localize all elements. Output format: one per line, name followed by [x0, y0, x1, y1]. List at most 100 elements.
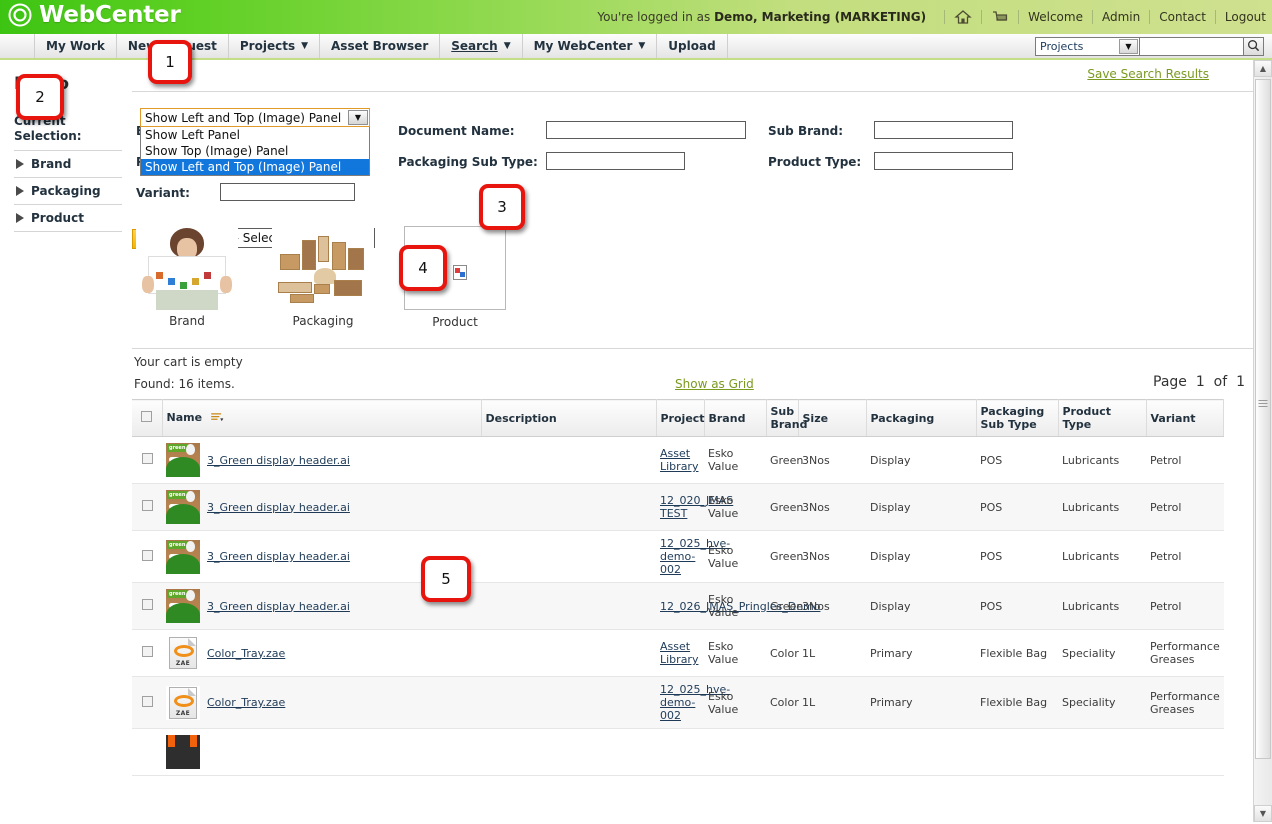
column-header-sub-brand[interactable]: Sub Brand — [766, 399, 807, 437]
column-header-packaging[interactable]: Packaging — [866, 399, 977, 437]
document-name-link[interactable]: Color_Tray.zae — [207, 647, 285, 660]
document-name-link[interactable]: 3_Green display header.ai — [207, 501, 350, 514]
table-row[interactable]: green 3_Green display header.ai 12_026_J… — [132, 582, 1224, 630]
banner-link-logout[interactable]: Logout — [1225, 10, 1266, 24]
sidebar-item-label: Brand — [31, 157, 72, 171]
column-header-name[interactable]: Name — [162, 399, 482, 437]
column-header-variant[interactable]: Variant — [1146, 399, 1224, 437]
cell-name[interactable]: ZAE Color_Tray.zae — [162, 676, 481, 729]
sub-brand-input[interactable] — [874, 121, 1013, 139]
checkbox-icon[interactable] — [141, 500, 153, 511]
checkbox-icon[interactable] — [141, 599, 153, 610]
save-search-results-link[interactable]: Save Search Results — [1087, 67, 1209, 81]
checkbox-icon[interactable] — [141, 695, 153, 707]
image-tile-packaging[interactable]: Packaging — [272, 226, 374, 328]
cell-project[interactable]: 12_026_JMAS_Pringles_Demo — [656, 582, 820, 630]
document-name-link[interactable]: 3_Green display header.ai — [207, 550, 350, 563]
nav-item-asset-browser[interactable]: Asset Browser — [320, 34, 441, 58]
label-packaging-sub-type: Packaging Sub Type: — [398, 155, 538, 169]
checkbox-icon[interactable] — [141, 411, 153, 422]
cell-project[interactable]: 12_020_JMAS TEST — [656, 483, 733, 531]
cell-project[interactable]: Asset Library — [656, 436, 704, 484]
table-row[interactable]: green 3_Green display header.ai Asset Li… — [132, 436, 1224, 484]
scroll-up-button[interactable]: ▲ — [1254, 60, 1272, 77]
sidebar-item-brand[interactable]: Brand — [14, 151, 122, 178]
column-header-brand[interactable]: Brand — [704, 399, 767, 437]
cell-project[interactable]: 12_025_hve-demo-002 — [656, 530, 730, 583]
cell-project[interactable]: 12_025_hve-demo-002 — [656, 676, 730, 729]
cell-project[interactable] — [656, 728, 704, 776]
document-name-link[interactable]: 3_Green display header.ai — [207, 454, 350, 467]
table-row[interactable]: green 3_Green display header.ai 12_020_J… — [132, 483, 1224, 531]
image-tile-brand[interactable]: Brand — [136, 226, 238, 328]
panel-mode-option-show-top-panel[interactable]: Show Top (Image) Panel — [141, 143, 369, 159]
chevron-down-icon[interactable]: ▼ — [1119, 39, 1138, 54]
sidebar-item-product[interactable]: Product — [14, 205, 122, 232]
panel-mode-select-box[interactable]: Show Left and Top (Image) Panel ▼ — [140, 108, 370, 127]
sort-menu-icon[interactable] — [211, 412, 224, 425]
table-row[interactable]: ZAE Color_Tray.zae 12_025_hve-demo-002 E… — [132, 676, 1224, 729]
cell-name[interactable]: green 3_Green display header.ai — [162, 483, 481, 531]
scrollbar-thumb[interactable] — [1255, 79, 1271, 759]
row-checkbox-cell[interactable] — [132, 483, 162, 531]
column-header-project[interactable]: Project — [656, 399, 705, 437]
checkbox-icon[interactable] — [141, 549, 153, 561]
triangle-right-icon — [16, 213, 24, 223]
checkbox-icon[interactable] — [141, 646, 153, 657]
chevron-down-icon: ▼ — [503, 41, 511, 51]
chevron-down-icon[interactable]: ▼ — [348, 110, 368, 125]
row-checkbox-cell[interactable] — [132, 436, 162, 484]
column-header-packaging-sub-type[interactable]: Packaging Sub Type — [976, 399, 1059, 437]
nav-item-projects[interactable]: Projects ▼ — [229, 34, 321, 58]
cell-name[interactable]: green 3_Green display header.ai — [162, 436, 481, 484]
panel-mode-select[interactable]: Show Left and Top (Image) Panel ▼ Show L… — [140, 108, 370, 176]
nav-item-my-work[interactable]: My Work — [34, 34, 117, 58]
column-header-size[interactable]: Size — [798, 399, 867, 437]
row-checkbox-cell[interactable] — [132, 582, 162, 630]
callout-label: 4 — [418, 259, 428, 277]
cell-project[interactable]: Asset Library — [656, 629, 704, 677]
cell-product-type — [1058, 728, 1146, 776]
search-scope-select[interactable]: Projects ▼ — [1035, 37, 1140, 56]
scroll-down-button[interactable]: ▼ — [1254, 805, 1272, 822]
row-checkbox-cell[interactable] — [132, 728, 162, 776]
document-name-link[interactable]: Color_Tray.zae — [207, 696, 285, 709]
nav-item-upload[interactable]: Upload — [657, 34, 728, 58]
vertical-scrollbar[interactable]: ▲ ▼ — [1253, 60, 1272, 822]
panel-mode-option-show-left-panel[interactable]: Show Left Panel — [141, 127, 369, 143]
panel-mode-option-show-left-and-top-panel[interactable]: Show Left and Top (Image) Panel — [141, 159, 369, 175]
column-header-product-type[interactable]: Product Type — [1058, 399, 1147, 437]
document-name-input[interactable] — [546, 121, 746, 139]
banner-link-welcome[interactable]: Welcome — [1028, 10, 1083, 24]
global-search-button[interactable] — [1244, 37, 1264, 56]
sidebar-item-packaging[interactable]: Packaging — [14, 178, 122, 205]
packaging-photo — [272, 226, 374, 310]
global-search-input[interactable] — [1140, 37, 1244, 56]
cell-name[interactable]: ZAE Color_Tray.zae — [162, 629, 481, 677]
shopping-cart-icon[interactable] — [991, 9, 1009, 25]
nav-item-search[interactable]: Search ▼ — [440, 34, 523, 58]
row-checkbox-cell[interactable] — [132, 530, 162, 583]
cell-size: 3Nos — [798, 483, 866, 531]
project-link[interactable]: Asset Library — [660, 640, 698, 666]
table-row[interactable]: ZAE Color_Tray.zae Asset Library Esko Va… — [132, 629, 1224, 677]
select-all-header[interactable] — [132, 399, 163, 437]
packaging-sub-type-input[interactable] — [546, 152, 685, 170]
product-type-input[interactable] — [874, 152, 1013, 170]
cell-description — [481, 436, 656, 484]
banner-link-admin[interactable]: Admin — [1102, 10, 1140, 24]
home-icon[interactable] — [954, 9, 972, 25]
row-checkbox-cell[interactable] — [132, 629, 162, 677]
variant-input[interactable] — [220, 183, 355, 201]
document-name-link[interactable]: 3_Green display header.ai — [207, 600, 350, 613]
column-header-description[interactable]: Description — [481, 399, 657, 437]
banner-link-contact[interactable]: Contact — [1159, 10, 1206, 24]
checkbox-icon[interactable] — [141, 453, 153, 464]
cell-name[interactable] — [162, 728, 481, 776]
table-row[interactable]: green 3_Green display header.ai 12_025_h… — [132, 530, 1224, 583]
table-row[interactable] — [132, 728, 1224, 776]
project-link[interactable]: Asset Library — [660, 447, 698, 473]
show-as-grid-link[interactable]: Show as Grid — [675, 377, 754, 391]
row-checkbox-cell[interactable] — [132, 676, 162, 729]
nav-item-my-webcenter[interactable]: My WebCenter ▼ — [523, 34, 658, 58]
